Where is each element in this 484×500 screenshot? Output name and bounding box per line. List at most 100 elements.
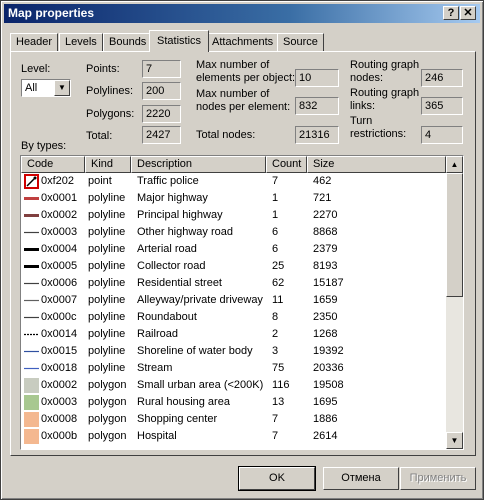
row-description: Major highway [137, 192, 208, 204]
row-kind: polygon [88, 430, 127, 442]
tab-source[interactable]: Source [277, 33, 324, 52]
row-count: 1 [272, 192, 279, 204]
column-description[interactable]: Description [131, 156, 266, 173]
row-kind: polygon [88, 379, 127, 391]
row-size: 1659 [313, 294, 338, 306]
map-properties-dialog: Map properties ? ✕ Header Levels Bounds … [0, 0, 484, 500]
row-kind: polyline [88, 243, 126, 255]
total-nodes-field: 21316 [295, 126, 339, 144]
routing-links-label-2: links: [350, 100, 376, 112]
row-description: Roundabout [137, 311, 197, 323]
title-bar[interactable]: Map properties ? ✕ [4, 4, 480, 23]
row-code: 0x000b [41, 430, 78, 442]
row-count: 1 [272, 209, 279, 221]
list-item[interactable]: 0x0006 polyline Residential street 62 15187 [21, 275, 446, 292]
row-description: Stream [137, 362, 173, 374]
chevron-down-icon[interactable]: ▼ [54, 80, 70, 96]
row-description: Shoreline of water body [137, 345, 253, 357]
list-item[interactable]: 0x0015 polyline Shoreline of water body 3 19… [21, 343, 446, 360]
row-kind: polyline [88, 362, 126, 374]
row-count: 3 [272, 345, 279, 357]
polygons-label: Polygons: [86, 108, 135, 120]
tab-attachments[interactable]: Attachments [206, 33, 280, 52]
row-size: 2350 [313, 311, 338, 323]
row-size: 8868 [313, 226, 338, 238]
max-nodes-label-1: Max number of [196, 88, 270, 100]
max-elements-label-2: elements per object: [196, 72, 296, 84]
row-description: Rural housing area [137, 396, 230, 408]
tab-levels[interactable]: Levels [59, 33, 103, 52]
list-item[interactable]: 0x0001 polyline Major highway 1 721 [21, 190, 446, 207]
row-count: 6 [272, 243, 279, 255]
close-button[interactable]: ✕ [460, 6, 476, 20]
tab-statistics[interactable]: Statistics [149, 30, 210, 52]
cancel-button[interactable]: Отмена [323, 467, 399, 490]
row-description: Principal highway [137, 209, 223, 221]
list-item[interactable]: 0x0002 polygon Small urban area (<200K) 116… [21, 377, 446, 394]
row-size: 20336 [313, 362, 344, 374]
list-item[interactable]: 0x0005 polyline Collector road 25 8193 [21, 258, 446, 275]
list-item[interactable]: 0x0003 polyline Other highway road 6 8868 [21, 224, 446, 241]
turn-label-2: restrictions: [350, 128, 407, 140]
scroll-thumb[interactable] [446, 173, 463, 297]
list-item[interactable]: 0x0014 polyline Railroad 2 1268 [21, 326, 446, 343]
row-count: 116 [272, 379, 290, 391]
row-count: 25 [272, 260, 285, 272]
row-code: 0x0001 [41, 192, 78, 204]
help-button[interactable]: ? [443, 6, 459, 20]
row-kind: polyline [88, 209, 126, 221]
routing-nodes-label-2: nodes: [350, 72, 384, 84]
row-size: 721 [313, 192, 332, 204]
line-major-highway-icon [24, 191, 39, 206]
total-label: Total: [86, 130, 113, 142]
row-kind: polyline [88, 277, 126, 289]
scroll-up-icon[interactable]: ▲ [446, 156, 463, 173]
list-item[interactable]: 0x0007 polyline Alleyway/private driveway 1… [21, 292, 446, 309]
column-count[interactable]: Count [266, 156, 307, 173]
list-rows: 0xf202 point Traffic police 7 462 0x0001 polyl… [21, 173, 446, 445]
row-count: 2 [272, 328, 279, 340]
types-list[interactable]: Code Kind Description Count Size 0xf202 p… [20, 155, 464, 450]
list-item[interactable]: 0x000c polyline Roundabout 8 2350 [21, 309, 446, 326]
tab-header[interactable]: Header [10, 33, 59, 52]
apply-button[interactable]: Применить [400, 467, 476, 490]
row-description: Railroad [137, 328, 178, 340]
row-description: Alleyway/private driveway [137, 294, 263, 306]
list-item[interactable]: 0x000b polygon Hospital 7 2614 [21, 428, 446, 445]
row-kind: polyline [88, 328, 126, 340]
line-other-highway-icon [24, 225, 39, 240]
level-select[interactable]: All ▼ [21, 79, 71, 97]
list-item[interactable]: 0x0008 polygon Shopping center 7 1886 [21, 411, 446, 428]
list-item[interactable]: 0x0003 polygon Rural housing area 13 1695 [21, 394, 446, 411]
row-kind: polygon [88, 396, 127, 408]
row-description: Residential street [137, 277, 222, 289]
row-size: 15187 [313, 277, 344, 289]
row-description: Other highway road [137, 226, 233, 238]
row-kind: polyline [88, 294, 126, 306]
police-icon [24, 174, 39, 189]
column-size[interactable]: Size [307, 156, 446, 173]
list-item[interactable]: 0x0004 polyline Arterial road 6 2379 [21, 241, 446, 258]
line-railroad-icon [24, 327, 39, 342]
column-code[interactable]: Code [21, 156, 85, 173]
vertical-scrollbar[interactable]: ▲ ▼ [446, 156, 463, 449]
list-item[interactable]: 0x0002 polyline Principal highway 1 2270 [21, 207, 446, 224]
row-code: 0x0014 [41, 328, 78, 340]
row-kind: polygon [88, 413, 127, 425]
list-item[interactable]: 0xf202 point Traffic police 7 462 [21, 173, 446, 190]
row-count: 62 [272, 277, 285, 289]
row-code: 0x0003 [41, 396, 78, 408]
points-field: 7 [142, 60, 181, 78]
level-label: Level: [21, 63, 51, 75]
row-kind: polyline [88, 345, 126, 357]
row-size: 19508 [313, 379, 344, 391]
row-count: 7 [272, 430, 279, 442]
tab-bounds[interactable]: Bounds [103, 33, 153, 52]
row-code: 0x0018 [41, 362, 78, 374]
scroll-down-icon[interactable]: ▼ [446, 432, 463, 449]
ok-button[interactable]: OK [238, 466, 316, 491]
column-kind[interactable]: Kind [85, 156, 131, 173]
row-size: 1268 [313, 328, 338, 340]
fill-rural-icon [24, 395, 39, 410]
list-item[interactable]: 0x0018 polyline Stream 75 20336 [21, 360, 446, 377]
